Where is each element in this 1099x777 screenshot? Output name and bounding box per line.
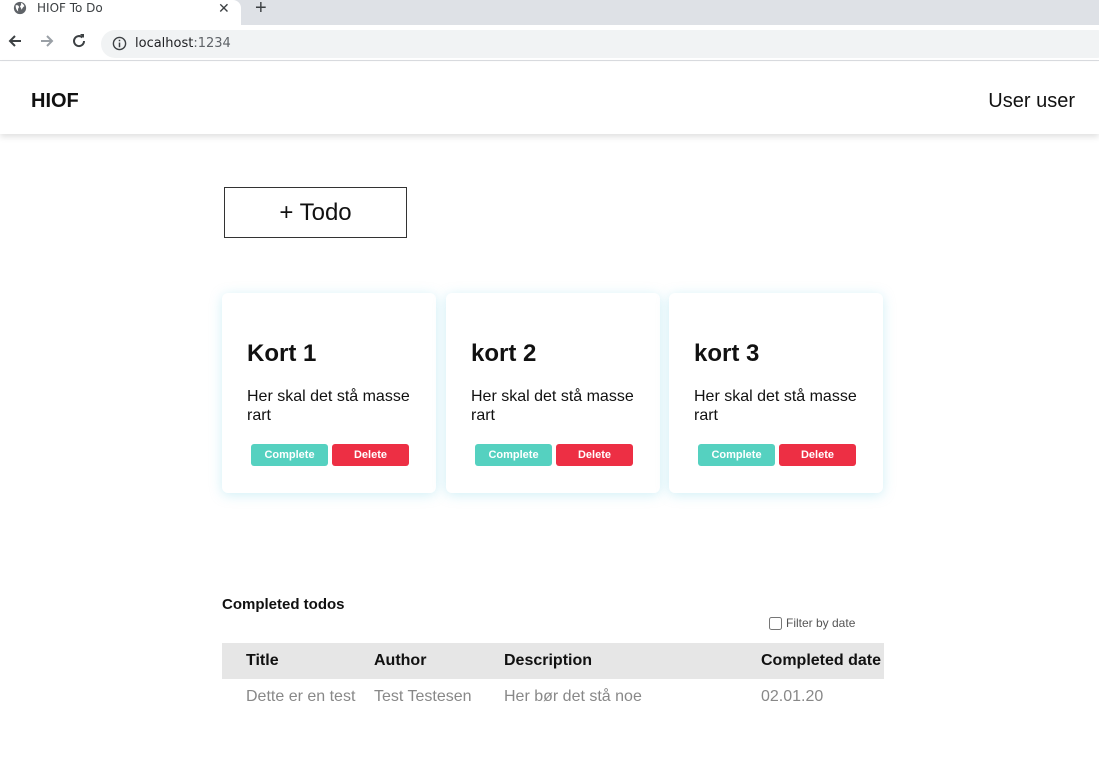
column-title: Title — [246, 652, 279, 669]
address-bar[interactable]: localhost:1234 — [101, 30, 1099, 58]
complete-button[interactable]: Complete — [251, 444, 328, 466]
filter-by-date[interactable]: Filter by date — [768, 616, 855, 630]
forward-icon[interactable] — [38, 32, 56, 50]
browser-toolbar: localhost:1234 — [0, 25, 1099, 61]
user-name[interactable]: User user — [988, 90, 1075, 113]
back-icon[interactable] — [6, 32, 24, 50]
complete-button[interactable]: Complete — [698, 444, 775, 466]
card-title: kort 2 — [471, 340, 537, 367]
filter-by-date-checkbox[interactable] — [769, 616, 782, 630]
card-title: kort 3 — [694, 340, 760, 367]
cell-title: Dette er en test — [246, 688, 356, 705]
add-todo-button[interactable]: + Todo — [224, 187, 407, 238]
column-completed-date: Completed date — [761, 652, 882, 669]
info-icon[interactable] — [112, 36, 127, 51]
delete-button[interactable]: Delete — [779, 444, 856, 466]
url-text[interactable]: localhost:1234 — [135, 36, 231, 51]
browser-tab[interactable]: HIOF To Do ✕ — [0, 0, 241, 25]
table-header: Title Author Description Completed date — [222, 643, 884, 679]
card-description: Her skal det stå masse rart — [247, 388, 410, 424]
delete-button[interactable]: Delete — [556, 444, 633, 466]
card-description: Her skal det stå masse rart — [694, 388, 857, 424]
new-tab-icon[interactable]: + — [255, 0, 267, 18]
card-title: Kort 1 — [247, 340, 317, 367]
page: HIOF User user + Todo Kort 1 Her skal de… — [0, 62, 1099, 777]
reload-icon[interactable] — [70, 32, 88, 50]
column-author: Author — [374, 652, 427, 669]
close-tab-icon[interactable]: ✕ — [218, 0, 230, 16]
tab-title: HIOF To Do — [37, 1, 103, 15]
cell-description: Her bør det stå noe — [504, 688, 642, 705]
complete-button[interactable]: Complete — [475, 444, 552, 466]
navbar: HIOF User user — [0, 62, 1099, 134]
filter-by-date-label: Filter by date — [786, 616, 856, 630]
completed-todos-heading: Completed todos — [222, 596, 345, 613]
cell-author: Test Testesen — [374, 688, 472, 705]
cell-completed-date: 02.01.20 — [761, 688, 824, 705]
todo-card: Kort 1 Her skal det stå masse rart Compl… — [222, 293, 436, 493]
delete-button[interactable]: Delete — [332, 444, 409, 466]
globe-icon — [13, 1, 27, 15]
column-description: Description — [504, 652, 593, 669]
brand-logo[interactable]: HIOF — [31, 90, 79, 113]
todo-card: kort 3 Her skal det stå masse rart Compl… — [669, 293, 883, 493]
todo-card: kort 2 Her skal det stå masse rart Compl… — [446, 293, 660, 493]
card-description: Her skal det stå masse rart — [471, 388, 634, 424]
completed-todos-table: Title Author Description Completed date … — [222, 643, 884, 715]
table-row: Dette er en test Test Testesen Her bør d… — [222, 679, 884, 715]
tab-strip: HIOF To Do ✕ + — [0, 0, 1099, 25]
